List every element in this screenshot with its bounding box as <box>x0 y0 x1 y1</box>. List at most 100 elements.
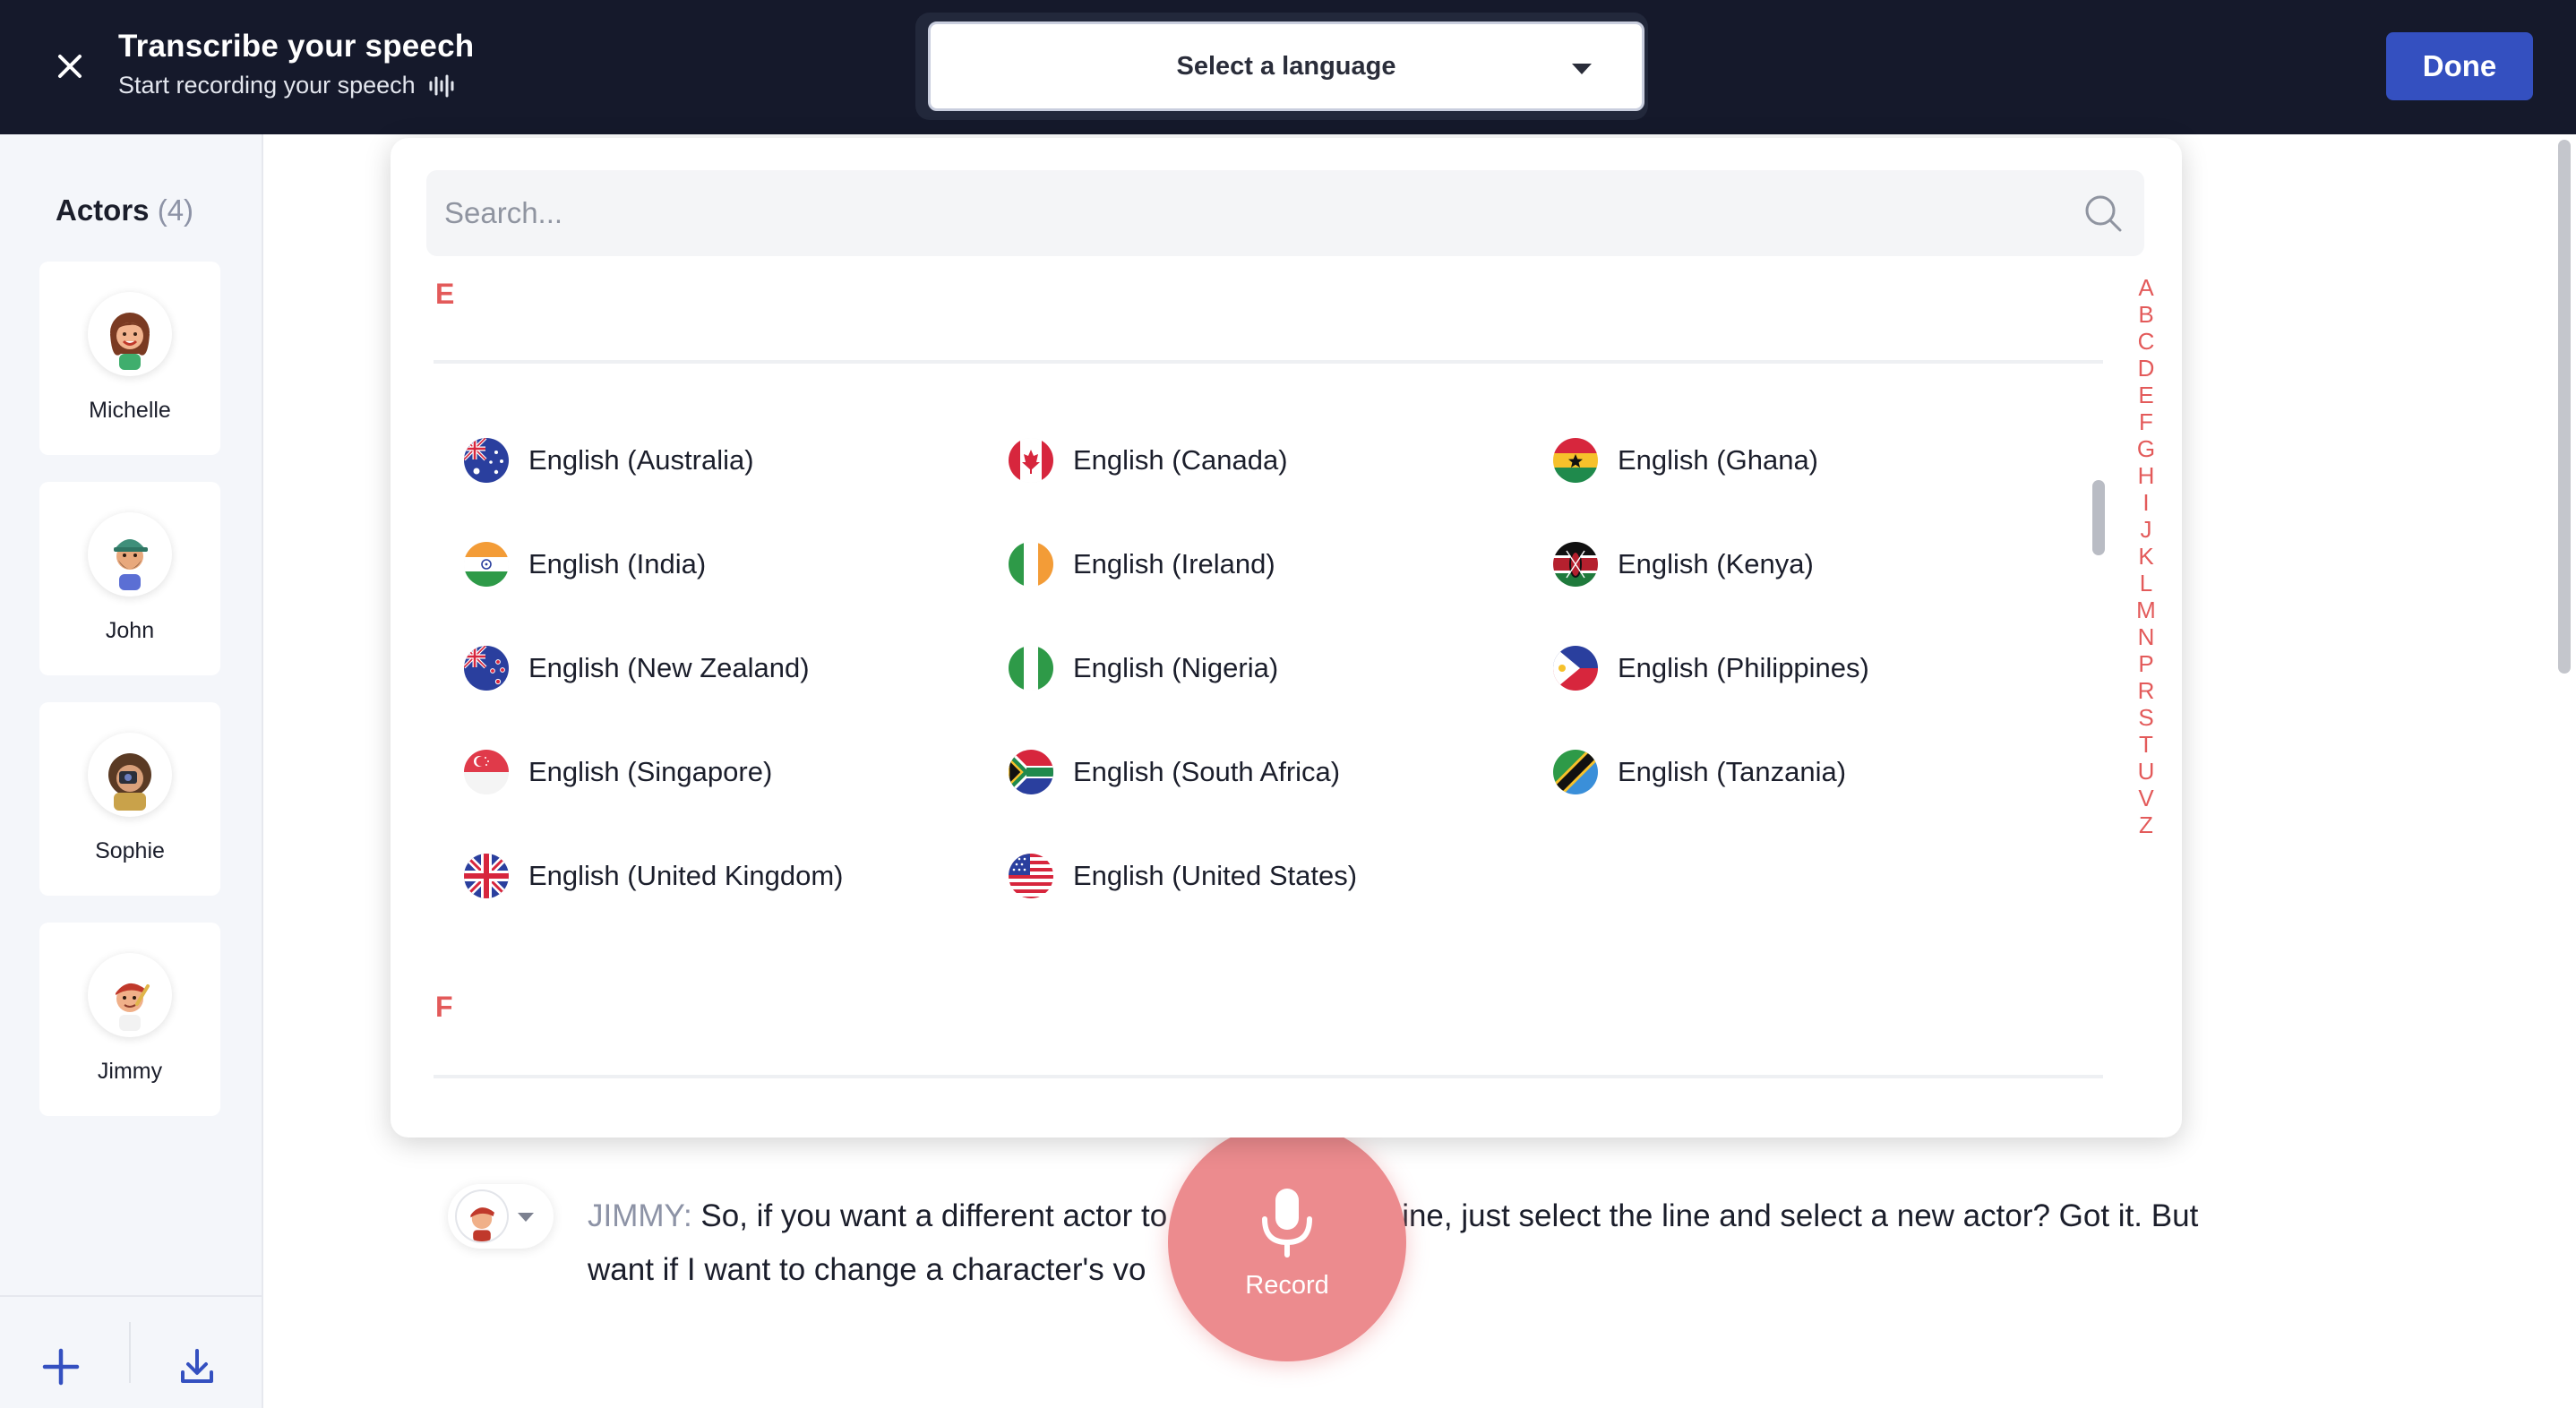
chevron-down-icon <box>518 1213 534 1222</box>
subtitle-text: Start recording your speech <box>118 72 416 99</box>
waveform-icon <box>429 74 454 97</box>
language-option-english-new-zealand[interactable]: English (New Zealand) <box>464 641 810 695</box>
kenya-flag-icon <box>1553 542 1598 587</box>
woman-avatar-icon <box>110 313 150 370</box>
ireland-flag-icon <box>1009 542 1053 587</box>
alphabet-index-letter[interactable]: N <box>2138 623 2155 650</box>
language-option-english-india[interactable]: English (India) <box>464 537 706 591</box>
microphone-icon <box>1262 1188 1312 1258</box>
alphabet-index-letter[interactable]: F <box>2139 408 2153 435</box>
language-option-label: English (Canada) <box>1073 444 1288 476</box>
language-select[interactable]: Select a language <box>928 21 1644 111</box>
download-icon <box>181 1349 213 1383</box>
alphabet-index-letter[interactable]: L <box>2140 570 2152 597</box>
language-option-english-ghana[interactable]: English (Ghana) <box>1553 434 1818 487</box>
transcript-text-start: So, if you want a different actor to <box>700 1198 1168 1233</box>
actor-name: John <box>105 618 155 643</box>
language-option-label: English (South Africa) <box>1073 756 1341 787</box>
alphabet-index-letter[interactable]: A <box>2138 274 2153 301</box>
singapore-flag-icon <box>464 750 509 794</box>
woman-camera-avatar-icon <box>108 753 151 811</box>
language-option-english-philippines[interactable]: English (Philippines) <box>1553 641 1869 695</box>
add-actor-button[interactable] <box>36 1342 86 1392</box>
footer-divider <box>129 1322 131 1383</box>
alphabet-index-letter[interactable]: R <box>2138 677 2155 704</box>
australia-flag-icon <box>464 438 509 483</box>
avatar <box>88 953 172 1037</box>
plus-icon <box>42 1348 80 1386</box>
language-dropdown: E English (Australia) English (Canada) <box>391 138 2182 1138</box>
alphabet-index-letter[interactable]: S <box>2138 704 2153 731</box>
india-flag-icon <box>464 542 509 587</box>
alphabet-index-letter[interactable]: K <box>2138 543 2153 570</box>
alphabet-index-letter[interactable]: E <box>2138 382 2153 408</box>
record-button[interactable]: Record <box>1168 1123 1406 1361</box>
language-option-english-nigeria[interactable]: English (Nigeria) <box>1009 641 1278 695</box>
actors-heading: Actors (4) <box>56 193 193 228</box>
alphabet-index-letter[interactable]: J <box>2141 516 2152 543</box>
alphabet-index-letter[interactable]: M <box>2136 597 2156 623</box>
alphabet-index-letter[interactable]: I <box>2142 489 2149 516</box>
actor-name: Sophie <box>95 838 165 863</box>
alphabet-index-letter[interactable]: C <box>2138 328 2155 355</box>
transcript-line[interactable]: JIMMY: So, if you want a different actor… <box>588 1189 2236 1297</box>
language-option-english-singapore[interactable]: English (Singapore) <box>464 745 772 799</box>
alphabet-index: A B C D E F G H I J K L M N P R S T U V … <box>2130 274 2162 838</box>
line-actor-selector[interactable] <box>448 1184 554 1249</box>
language-option-english-australia[interactable]: English (Australia) <box>464 434 754 487</box>
actor-name: Michelle <box>89 398 171 423</box>
language-option-english-canada[interactable]: English (Canada) <box>1009 434 1288 487</box>
tanzania-flag-icon <box>1553 750 1598 794</box>
alphabet-index-letter[interactable]: P <box>2138 650 2153 677</box>
page-scrollbar[interactable] <box>2558 140 2571 674</box>
language-option-label: English (New Zealand) <box>528 652 810 683</box>
language-option-english-south-africa[interactable]: English (South Africa) <box>1009 745 1340 799</box>
close-button[interactable] <box>45 41 95 91</box>
alphabet-index-letter[interactable]: D <box>2138 355 2155 382</box>
south-africa-flag-icon <box>1009 750 1053 794</box>
alphabet-index-letter[interactable]: T <box>2139 731 2153 758</box>
language-option-english-ireland[interactable]: English (Ireland) <box>1009 537 1275 591</box>
dropdown-scrollbar[interactable] <box>2092 480 2105 555</box>
united-states-flag-icon <box>1009 854 1053 898</box>
actor-card-sophie[interactable]: Sophie <box>39 702 220 896</box>
language-option-label: English (Australia) <box>528 444 754 476</box>
united-kingdom-flag-icon <box>464 854 509 898</box>
actor-card-john[interactable]: John <box>39 482 220 675</box>
language-option-label: English (Ireland) <box>1073 548 1275 580</box>
new-zealand-flag-icon <box>464 646 509 691</box>
chevron-down-icon <box>1572 64 1592 74</box>
language-option-english-kenya[interactable]: English (Kenya) <box>1553 537 1814 591</box>
language-option-label: English (Kenya) <box>1618 548 1814 580</box>
alphabet-index-letter[interactable]: G <box>2137 435 2155 462</box>
language-option-label: English (Singapore) <box>528 756 773 787</box>
download-button[interactable] <box>172 1342 222 1392</box>
language-option-english-united-kingdom[interactable]: English (United Kingdom) <box>464 849 844 903</box>
ghana-flag-icon <box>1553 438 1598 483</box>
actors-count: (4) <box>157 193 194 227</box>
language-option-label: English (Nigeria) <box>1073 652 1279 683</box>
language-option-english-united-states[interactable]: English (United States) <box>1009 849 1357 903</box>
canada-flag-icon <box>1009 438 1053 483</box>
search-icon[interactable] <box>2083 193 2123 233</box>
language-option-label: English (India) <box>528 548 707 580</box>
search-input[interactable] <box>426 170 2092 256</box>
alphabet-index-letter[interactable]: U <box>2138 758 2155 785</box>
avatar <box>88 733 172 817</box>
avatar <box>457 1191 507 1241</box>
language-option-label: English (Ghana) <box>1618 444 1819 476</box>
language-option-english-tanzania[interactable]: English (Tanzania) <box>1553 745 1846 799</box>
page-title: Transcribe your speech <box>118 29 475 64</box>
boy-avatar-icon <box>470 1207 494 1241</box>
done-button[interactable]: Done <box>2386 32 2533 100</box>
language-option-label: English (Philippines) <box>1618 652 1869 683</box>
alphabet-index-letter[interactable]: V <box>2138 785 2153 811</box>
alphabet-index-letter[interactable]: H <box>2138 462 2155 489</box>
alphabet-index-letter[interactable]: Z <box>2139 811 2153 838</box>
language-search <box>426 170 2144 256</box>
avatar <box>88 512 172 597</box>
top-bar: Transcribe your speech Start recording y… <box>0 0 2576 134</box>
alphabet-index-letter[interactable]: B <box>2138 301 2153 328</box>
actor-card-jimmy[interactable]: Jimmy <box>39 923 220 1116</box>
actor-card-michelle[interactable]: Michelle <box>39 262 220 455</box>
